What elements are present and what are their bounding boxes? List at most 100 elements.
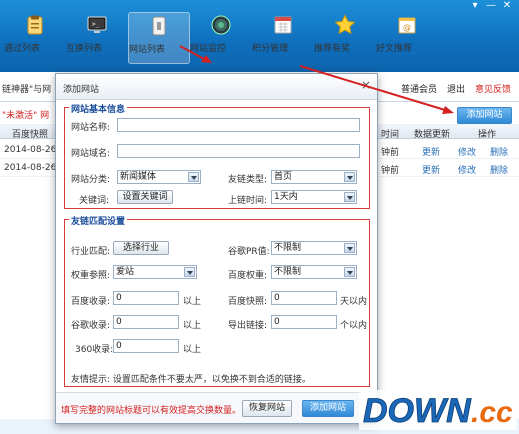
edit-link[interactable]: 修改: [458, 145, 476, 158]
minimize-icon[interactable]: —: [483, 0, 499, 13]
360-index-label: 360收录:: [75, 345, 114, 355]
baidu-weight-select[interactable]: 不限制: [271, 265, 357, 279]
top-toolbar: ▾ — ✕ 通过列表 >_ 互换列表 网站列表 网站监控 积分管理 推荐有奖 @…: [0, 0, 519, 72]
svg-text:.cc: .cc: [471, 396, 513, 429]
link-type-label: 友链类型:: [228, 175, 268, 185]
360-index-unit: 以上: [183, 345, 202, 355]
clipboard-icon: [27, 15, 43, 35]
weight-ref-value: 爱站: [116, 267, 135, 277]
google-pr-value: 不限制: [274, 243, 302, 253]
site-name-label: 网站名称:: [71, 123, 111, 133]
account-links: 普通会员 退出 意见反馈: [401, 82, 511, 95]
category-label: 网站分类:: [71, 175, 111, 185]
site-name-input[interactable]: [117, 118, 360, 132]
delete-link[interactable]: 删除: [490, 145, 508, 158]
restore-site-button[interactable]: 恢复网站: [242, 400, 292, 417]
baidu-snapshot-unit: 天以内: [340, 297, 368, 307]
chevron-down-icon: [184, 267, 195, 277]
google-pr-label: 谷歌PR值:: [228, 247, 270, 257]
logout-link[interactable]: 退出: [447, 82, 465, 95]
category-select[interactable]: 新闻媒体: [117, 170, 201, 184]
outlinks-label: 导出链接:: [228, 321, 268, 331]
weight-ref-label: 权重参照:: [71, 271, 111, 281]
edit-link[interactable]: 修改: [458, 163, 476, 176]
add-site-dialog: 添加网站 × 网站基本信息 网站名称: 网站域名: 网站分类: 新闻媒体 友链类…: [55, 73, 378, 424]
site-domain-label: 网站域名:: [71, 149, 111, 159]
nav-item-exchange-list[interactable]: >_ 互换列表: [66, 12, 128, 64]
chevron-down-icon: [344, 172, 355, 182]
nav-item-referral[interactable]: 推荐有奖: [314, 12, 376, 64]
weight-ref-select[interactable]: 爱站: [113, 265, 197, 279]
dialog-close-icon[interactable]: ×: [361, 78, 371, 92]
cell-time: 钟前: [381, 148, 400, 158]
feedback-link[interactable]: 意见反馈: [475, 82, 511, 95]
baidu-index-unit: 以上: [183, 297, 202, 307]
nav-label: 推荐有奖: [314, 44, 351, 54]
main-nav: 通过列表 >_ 互换列表 网站列表 网站监控 积分管理 推荐有奖 @ 好文推荐: [4, 12, 438, 64]
baidu-index-label: 百度收录:: [71, 297, 111, 307]
link-type-select[interactable]: 首页: [271, 170, 357, 184]
nav-label: 通过列表: [4, 44, 41, 54]
category-value: 新闻媒体: [120, 172, 157, 182]
svg-text:DOWN: DOWN: [363, 392, 472, 430]
chevron-down-icon: [344, 243, 355, 253]
window-icon: [152, 16, 166, 36]
nav-item-site-monitor[interactable]: 网站监控: [190, 12, 252, 64]
friendly-tip: 友情提示: 设置匹配条件不要太严，以免换不到合适的链接。: [71, 375, 311, 385]
nav-item-points[interactable]: 积分管理: [252, 12, 314, 64]
basic-info-group: 网站基本信息 网站名称: 网站域名: 网站分类: 新闻媒体 友链类型: 首页 关…: [64, 102, 370, 209]
nav-item-pass-list[interactable]: 通过列表: [4, 12, 66, 64]
globe-icon: [211, 15, 231, 35]
footer-warning: 填写完整的网站标题可以有效提高交换数量。: [61, 406, 242, 416]
match-settings-group: 友链匹配设置 行业匹配: 选择行业 谷歌PR值: 不限制 权重参照: 爱站 百度…: [64, 214, 370, 387]
calendar-icon: [274, 16, 292, 34]
google-index-unit: 以上: [183, 321, 202, 331]
update-link[interactable]: 更新: [422, 145, 440, 158]
nav-label: 好文推荐: [376, 44, 413, 54]
nav-label: 网站列表: [129, 45, 166, 55]
select-industry-button[interactable]: 选择行业: [113, 241, 169, 255]
online-time-select[interactable]: 1天内: [271, 190, 357, 204]
inactive-alert: "未激活" 网: [2, 111, 50, 121]
monitor-icon: >_: [87, 16, 107, 33]
nav-item-articles[interactable]: @ 好文推荐: [376, 12, 438, 64]
google-index-label: 谷歌收录:: [71, 321, 111, 331]
menu-icon[interactable]: ▾: [467, 0, 483, 13]
add-site-button[interactable]: 添加网站: [457, 107, 512, 124]
submit-add-site-button[interactable]: 添加网站: [302, 400, 354, 417]
link-type-value: 首页: [274, 172, 293, 182]
site-domain-input[interactable]: [117, 144, 360, 158]
baidu-weight-value: 不限制: [274, 267, 302, 277]
dialog-footer: 填写完整的网站标题可以有效提高交换数量。 恢复网站 添加网站: [56, 392, 377, 423]
dialog-titlebar: 添加网站 ×: [56, 74, 377, 100]
google-index-input[interactable]: 0: [113, 315, 179, 329]
nav-item-site-list[interactable]: 网站列表: [128, 12, 190, 64]
nav-label: 互换列表: [66, 44, 103, 54]
chevron-down-icon: [344, 267, 355, 277]
intro-text: 链神器"与网: [2, 85, 52, 95]
dialog-title: 添加网站: [63, 85, 100, 95]
baidu-snapshot-input[interactable]: 0: [271, 291, 337, 305]
nav-label: 网站监控: [190, 44, 227, 54]
industry-label: 行业匹配:: [71, 247, 111, 257]
basic-info-legend: 网站基本信息: [69, 102, 128, 115]
star-icon: [334, 14, 356, 35]
down-cc-logo: DOWN .cc: [359, 390, 517, 430]
google-pr-select[interactable]: 不限制: [271, 241, 357, 255]
baidu-weight-label: 百度权重:: [228, 271, 268, 281]
online-time-label: 上链时间:: [228, 196, 268, 206]
site-watermark-logo: DOWN .cc: [359, 388, 517, 432]
update-link[interactable]: 更新: [422, 163, 440, 176]
nav-label: 积分管理: [252, 44, 289, 54]
svg-text:>_: >_: [92, 21, 100, 28]
cell-date: 2014-08-26: [4, 163, 57, 173]
online-time-value: 1天内: [274, 192, 298, 202]
match-settings-legend: 友链匹配设置: [69, 214, 128, 227]
close-icon[interactable]: ✕: [499, 0, 515, 13]
baidu-index-input[interactable]: 0: [113, 291, 179, 305]
set-keywords-button[interactable]: 设置关键词: [117, 190, 173, 204]
delete-link[interactable]: 删除: [490, 163, 508, 176]
outlinks-input[interactable]: 0: [271, 315, 337, 329]
360-index-input[interactable]: 0: [113, 339, 179, 353]
outlinks-unit: 个以内: [340, 321, 368, 331]
